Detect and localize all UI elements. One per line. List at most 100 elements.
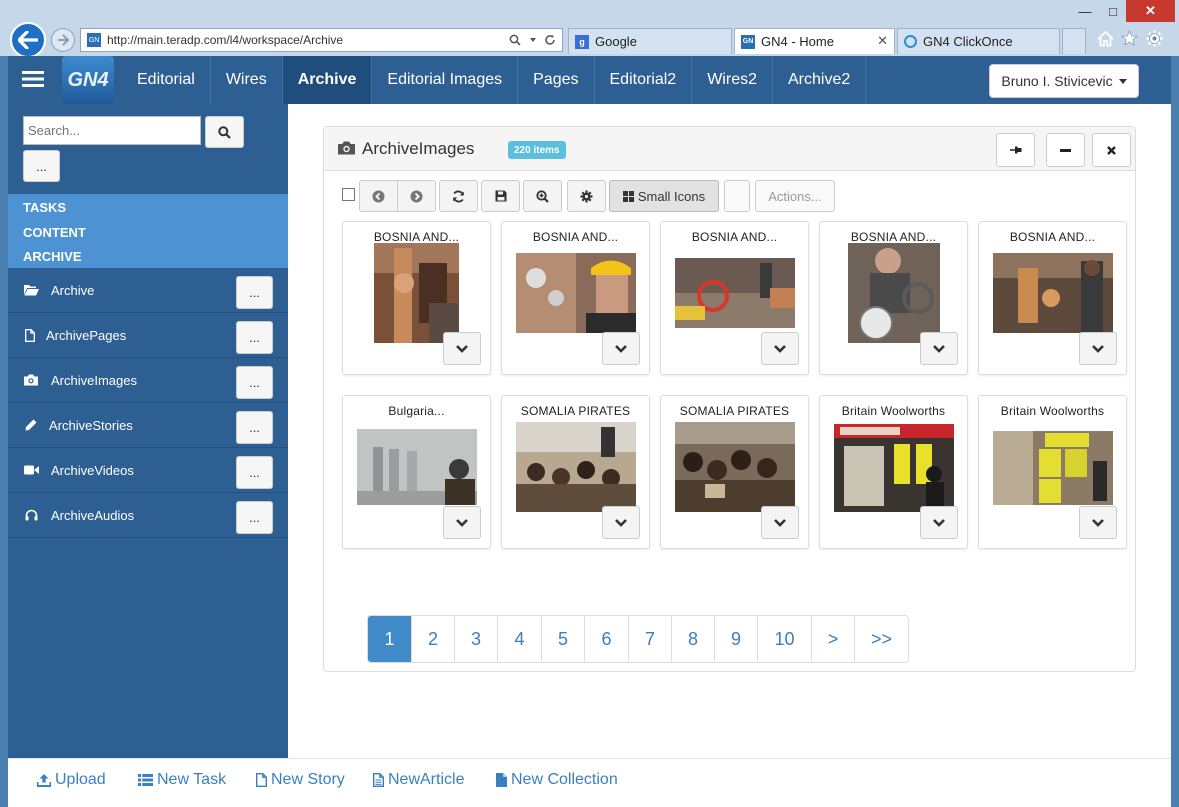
copper-pipes-photo[interactable] [993,253,1113,333]
card-menu-button[interactable] [443,332,481,365]
close-panel-button[interactable] [1092,133,1131,167]
settings-button[interactable] [567,180,606,212]
search-button[interactable] [205,116,244,148]
sidebar-item-archivepages[interactable]: ArchivePages ... [8,313,288,358]
gn4-logo[interactable]: GN4 [62,56,114,104]
dropdown-icon[interactable] [529,36,537,44]
card-menu-button[interactable] [602,506,640,539]
upload-link[interactable]: Upload [37,771,106,789]
card-menu-button[interactable] [602,332,640,365]
settings-gear-icon[interactable] [1146,30,1163,47]
image-card[interactable]: Britain Woolworths [819,395,968,549]
address-tools[interactable] [509,32,556,46]
nav-wires2[interactable]: Wires2 [692,56,773,104]
card-menu-button[interactable] [761,506,799,539]
page-6[interactable]: 6 [585,616,629,662]
sidebar-item-menu-button[interactable]: ... [236,321,273,354]
refresh-icon[interactable] [544,34,556,46]
image-card[interactable]: BOSNIA AND... [342,221,491,375]
sidebar-item-menu-button[interactable]: ... [236,456,273,489]
window-close-button[interactable]: ✕ [1126,0,1175,22]
favorites-star-icon[interactable] [1121,30,1138,47]
sidebar-item-menu-button[interactable]: ... [236,501,273,534]
view-size-button[interactable]: Small Icons [609,180,719,212]
section-tasks[interactable]: TASKS [23,200,66,215]
window-maximize-button[interactable]: □ [1100,0,1126,22]
new-tab-button[interactable] [1062,28,1086,54]
window-minimize-button[interactable]: — [1070,0,1100,22]
image-card[interactable]: BOSNIA AND... [501,221,650,375]
tab-gn4-home[interactable]: GN GN4 - Home ✕ [734,28,895,54]
page-5[interactable]: 5 [542,616,585,662]
card-menu-button[interactable] [1079,332,1117,365]
pin-panel-button[interactable] [996,133,1035,167]
new-task-link[interactable]: New Task [138,771,226,789]
crowd-dark-photo[interactable] [675,422,795,512]
previous-button[interactable] [359,180,398,212]
image-card[interactable]: Bulgaria... [342,395,491,549]
new-story-link[interactable]: New Story [256,771,345,789]
search-icon[interactable] [509,34,521,46]
card-menu-button[interactable] [761,332,799,365]
home-icon[interactable] [1097,30,1114,47]
sidebar-item-menu-button[interactable]: ... [236,276,273,309]
page-10[interactable]: 10 [758,616,812,662]
section-archive[interactable]: ARCHIVE [23,249,82,264]
select-all-checkbox[interactable] [342,188,355,201]
image-card[interactable]: BOSNIA AND... [660,221,809,375]
save-button[interactable] [481,180,520,212]
nav-editorial[interactable]: Editorial [122,56,211,104]
sidebar-item-menu-button[interactable]: ... [236,366,273,399]
red-valve-photo[interactable] [675,258,795,328]
image-card[interactable]: SOMALIA PIRATES [501,395,650,549]
man-with-gauge-photo[interactable] [848,243,940,343]
last-page-button[interactable]: >> [855,616,908,662]
blank-toolbar-button[interactable] [724,180,750,212]
sidebar-item-archiveaudios[interactable]: ArchiveAudios ... [8,493,288,538]
page-1[interactable]: 1 [368,616,412,662]
page-7[interactable]: 7 [629,616,672,662]
nav-archive[interactable]: Archive [282,56,373,104]
search-input[interactable] [23,116,201,145]
hamburger-menu-icon[interactable] [18,69,48,91]
next-page-button[interactable]: > [812,616,855,662]
browser-back-button[interactable] [10,22,46,58]
tab-gn4-clickonce[interactable]: GN4 ClickOnce [897,28,1060,54]
page-4[interactable]: 4 [498,616,542,662]
nav-archive2[interactable]: Archive2 [773,56,867,104]
next-button[interactable] [397,180,436,212]
refresh-button[interactable] [439,180,478,212]
store-closing-sign-photo[interactable] [993,431,1113,505]
minimize-panel-button[interactable] [1046,133,1085,167]
image-card[interactable]: Britain Woolworths [978,395,1127,549]
card-menu-button[interactable] [443,506,481,539]
image-card[interactable]: BOSNIA AND... [819,221,968,375]
browser-forward-button[interactable] [51,28,75,52]
power-plant-photo[interactable] [357,429,477,505]
page-9[interactable]: 9 [715,616,758,662]
new-collection-link[interactable]: New Collection [496,771,618,789]
sidebar-item-archive[interactable]: Archive ... [8,268,288,313]
card-menu-button[interactable] [920,332,958,365]
sidebar-item-archivevideos[interactable]: ArchiveVideos ... [8,448,288,493]
image-card[interactable]: SOMALIA PIRATES [660,395,809,549]
card-menu-button[interactable] [1079,506,1117,539]
sidebar-item-archivestories[interactable]: ArchiveStories ... [8,403,288,448]
section-content[interactable]: CONTENT [23,225,86,240]
sidebar-more-button[interactable]: ... [23,150,60,182]
tab-close-icon[interactable]: ✕ [877,33,888,49]
page-2[interactable]: 2 [412,616,455,662]
page-3[interactable]: 3 [455,616,498,662]
actions-button[interactable]: Actions... [755,180,835,212]
user-menu-button[interactable]: Bruno I. Stivicevic [989,64,1139,98]
worker-hardhat-photo[interactable] [516,253,636,333]
page-8[interactable]: 8 [672,616,715,662]
image-card[interactable]: BOSNIA AND... [978,221,1127,375]
new-article-link[interactable]: NewArticle [373,771,464,789]
sidebar-item-menu-button[interactable]: ... [236,411,273,444]
nav-pages[interactable]: Pages [518,56,595,104]
industrial-pipes-photo[interactable] [374,243,459,343]
sidebar-item-archiveimages[interactable]: ArchiveImages ... [8,358,288,403]
nav-editorial2[interactable]: Editorial2 [595,56,693,104]
tab-google[interactable]: g Google [568,28,732,54]
